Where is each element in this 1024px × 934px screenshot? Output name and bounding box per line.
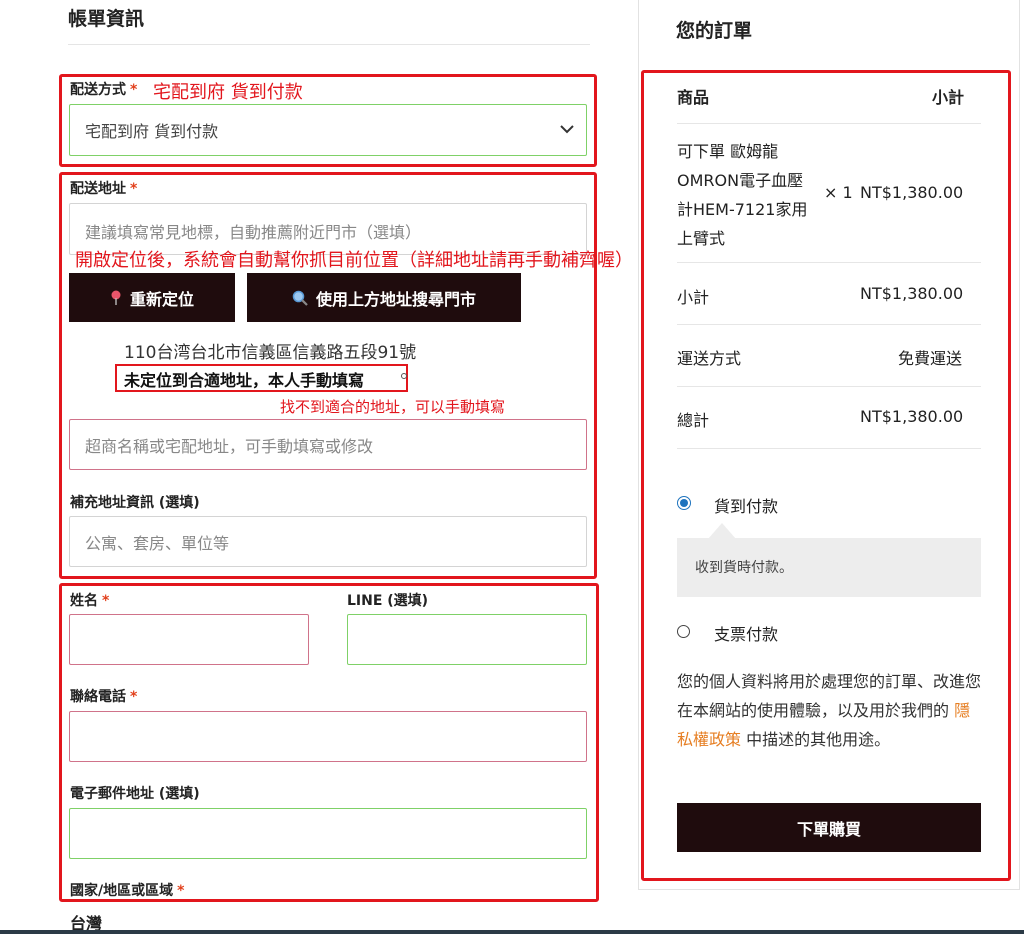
- order-shipping-label: 運送方式: [677, 349, 742, 368]
- name-label: 姓名 *: [70, 593, 110, 609]
- payment-desc-arrow: [708, 523, 736, 539]
- order-divider: [677, 386, 981, 387]
- email-label: 電子郵件地址 (選填): [70, 786, 200, 802]
- order-item-name-line: 上臂式: [677, 229, 726, 248]
- privacy-text-before: 您的個人資料將用於處理您的訂單、改進您在本網站的使用體驗，以及用於我們的: [677, 672, 982, 720]
- payment-cheque-radio[interactable]: [677, 625, 690, 638]
- place-order-button[interactable]: 下單購買: [677, 803, 981, 852]
- billing-title: 帳單資訊: [68, 8, 145, 30]
- order-total-value: NT$1,380.00: [860, 407, 964, 426]
- search-store-button[interactable]: 使用上方地址搜尋門市: [247, 273, 521, 322]
- address-input[interactable]: 超商名稱或宅配地址，可手動填寫或修改: [69, 419, 587, 470]
- email-input[interactable]: [69, 808, 587, 859]
- payment-cod-description-box: 收到貨時付款。: [677, 538, 981, 597]
- shipping-method-select[interactable]: 宅配到府 貨到付款: [69, 104, 587, 156]
- order-item-name-line: OMRON電子血壓: [677, 171, 804, 190]
- relocate-button[interactable]: 重新定位: [69, 273, 235, 322]
- payment-cheque-label[interactable]: 支票付款: [714, 621, 778, 645]
- order-subtotal-label: 小計: [677, 288, 710, 307]
- order-col-subtotal: 小計: [932, 88, 965, 107]
- chevron-down-icon: [560, 125, 574, 134]
- small-circle-icon: [401, 373, 407, 379]
- locate-note: 開啟定位後，系統會自動幫你抓目前位置（詳細地址請再手動補齊喔）: [75, 250, 633, 271]
- payment-cod-description: 收到貨時付款。: [695, 560, 793, 576]
- phone-input[interactable]: [69, 711, 587, 762]
- order-item-price: NT$1,380.00: [860, 183, 964, 202]
- privacy-text: 您的個人資料將用於處理您的訂單、改進您在本網站的使用體驗，以及用於我們的 隱私權…: [677, 667, 982, 754]
- name-input[interactable]: [69, 614, 309, 665]
- detected-address-option[interactable]: 110台湾台北市信義區信義路五段91號: [124, 338, 416, 363]
- billing-divider: [68, 44, 590, 45]
- map-pin-icon: [110, 290, 122, 306]
- phone-label: 聯絡電話 *: [70, 689, 138, 705]
- extra-address-input[interactable]: 公寓、套房、單位等: [69, 516, 587, 567]
- order-divider: [677, 448, 981, 449]
- extra-address-placeholder: 公寓、套房、單位等: [85, 533, 230, 553]
- search-store-button-label: 使用上方地址搜尋門市: [315, 289, 476, 309]
- order-item-name: 可下單 歐姆龍 OMRON電子血壓 計HEM-7121家用 上臂式: [677, 137, 827, 253]
- order-divider: [677, 262, 981, 263]
- payment-cod-radio[interactable]: [677, 496, 691, 510]
- order-divider: [677, 324, 981, 325]
- search-icon: [292, 290, 308, 306]
- order-item-name-line: 可下單 歐姆龍: [677, 142, 779, 161]
- page-bottom-edge: [0, 930, 1024, 934]
- order-title: 您的訂單: [676, 20, 753, 42]
- shipping-method-label: 配送方式 *: [70, 82, 138, 98]
- manual-address-option[interactable]: 未定位到合適地址，本人手動填寫: [124, 367, 364, 391]
- shipping-method-annotation: 宅配到府 貨到付款: [153, 82, 303, 103]
- order-panel: [638, 0, 1020, 890]
- order-col-product: 商品: [677, 88, 710, 107]
- order-shipping-value: 免費運送: [898, 349, 963, 368]
- order-item-qty: × 1: [824, 183, 853, 202]
- privacy-text-after: 中描述的其他用途。: [746, 730, 891, 749]
- order-divider: [677, 123, 981, 124]
- shipping-address-label: 配送地址 *: [70, 181, 138, 197]
- order-total-label: 總計: [677, 411, 710, 430]
- manual-note: 找不到適合的地址，可以手動填寫: [280, 398, 506, 416]
- country-label: 國家/地區或區域 *: [70, 883, 185, 899]
- landmark-placeholder: 建議填寫常見地標，自動推薦附近門市（選填）: [85, 223, 422, 242]
- relocate-button-label: 重新定位: [129, 289, 194, 309]
- payment-cod-label[interactable]: 貨到付款: [714, 493, 778, 517]
- order-subtotal-value: NT$1,380.00: [860, 284, 964, 303]
- extra-address-label: 補充地址資訊 (選填): [70, 495, 200, 511]
- order-item-name-line: 計HEM-7121家用: [677, 200, 808, 219]
- shipping-method-selected-value: 宅配到府 貨到付款: [85, 122, 219, 141]
- place-order-button-label: 下單購買: [796, 819, 861, 839]
- line-input[interactable]: [347, 614, 587, 665]
- line-label: LINE (選填): [347, 593, 429, 609]
- address-placeholder: 超商名稱或宅配地址，可手動填寫或修改: [85, 436, 374, 456]
